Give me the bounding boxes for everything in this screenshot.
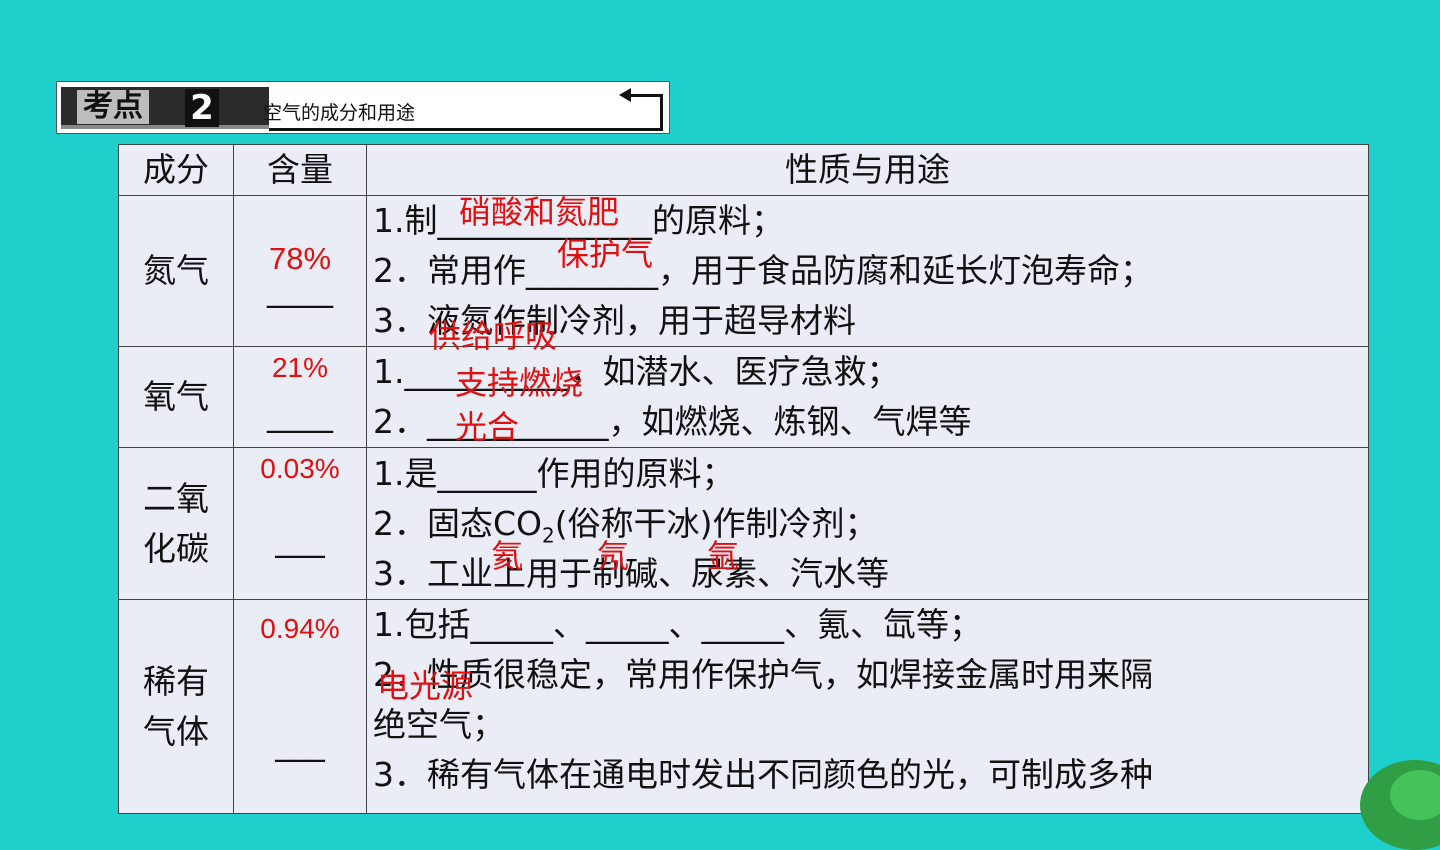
answer-text: 电光源	[377, 667, 474, 705]
answer-text: 支持燃烧	[455, 364, 584, 402]
answer-text: 氖	[597, 537, 630, 575]
table-row: 二氧 化碳 0.03% ___ 1.是______作用的原料； 2．固态CO2(…	[118, 447, 1369, 600]
decorative-tree-icon	[1360, 760, 1440, 850]
section-tag: 考点 2	[61, 87, 269, 129]
answer-text: 保护气	[557, 235, 654, 273]
co2-subscript: 2	[542, 523, 555, 548]
use-line: 1.包括_____、_____、_____、氪、氙等；	[373, 605, 982, 644]
row-uses-rare-gases: 1.包括_____、_____、_____、氪、氙等； 2．性质很稳定，常用作保…	[366, 599, 1369, 814]
use-line: 3．稀有气体在通电时发出不同颜色的光，可制成多种	[373, 755, 1153, 794]
header-amount: 含量	[233, 144, 367, 196]
return-arrow-icon[interactable]	[619, 88, 663, 130]
amount-value: 0.94%	[260, 613, 340, 644]
answer-text: 光合	[455, 408, 520, 446]
row-name-oxygen: 氧气	[118, 346, 234, 448]
section-number: 2	[185, 89, 219, 127]
section-title: 空气的成分和用途	[263, 102, 416, 124]
amount-blank: ___	[275, 723, 325, 762]
row-uses-nitrogen: 1.制_____________的原料； 2．常用作________，用于食品防…	[366, 193, 1369, 354]
row-uses-oxygen: 1.__________，如潜水、医疗急救； 2．___________，如燃烧…	[366, 346, 1369, 448]
answer-text: 硝酸和氮肥	[459, 193, 620, 231]
amount-blank: ____	[267, 269, 333, 308]
amount-value: 21%	[271, 352, 329, 383]
use-line: 1.是______作用的原料；	[373, 453, 735, 493]
name-line: 稀有	[143, 661, 209, 701]
row-amount-rare-gases: 0.94% ___	[233, 599, 367, 814]
header-properties-uses: 性质与用途	[366, 144, 1369, 196]
table-row: 稀有 气体 0.94% ___ 1.包括_____、_____、_____、氪、…	[118, 599, 1369, 814]
amount-blank: ____	[267, 394, 333, 433]
name-line: 气体	[143, 711, 209, 751]
air-composition-table: 成分 含量 性质与用途 氮气 78% ____ 1.制_____________…	[118, 144, 1369, 814]
section-tag-label: 考点	[77, 90, 149, 124]
amount-value: 0.03%	[260, 453, 340, 484]
row-name-rare-gases: 稀有 气体	[118, 599, 234, 814]
row-name-nitrogen: 氮气	[118, 195, 234, 347]
use-line: 绝空气；	[373, 705, 505, 744]
row-amount-co2: 0.03% ___	[233, 447, 367, 600]
answer-text: 氩	[707, 537, 740, 575]
row-uses-co2: 1.是______作用的原料； 2．固态CO2(俗称干冰)作制冷剂； 3．工业上…	[366, 447, 1369, 600]
table-row: 氮气 78% ____ 1.制_____________的原料； 2．常用作__…	[118, 193, 1369, 354]
name-line: 二氧	[143, 478, 209, 518]
use-line: 2．___________，如燃烧、炼钢、气焊等	[373, 402, 972, 441]
name-line: 化碳	[143, 528, 209, 568]
amount-blank: ___	[275, 519, 325, 558]
table-header-row: 成分 含量 性质与用途	[118, 144, 1369, 196]
section-banner: 考点 2 空气的成分和用途	[56, 81, 670, 134]
table-row: 氧气 21% ____ 1.__________，如潜水、医疗急救； 2．___…	[118, 346, 1369, 448]
row-amount-nitrogen: 78% ____	[233, 195, 367, 347]
banner-underline	[269, 128, 663, 131]
use-line: 2．性质很稳定，常用作保护气，如焊接金属时用来隔	[373, 655, 1153, 694]
row-amount-oxygen: 21% ____	[233, 346, 367, 448]
header-component: 成分	[118, 144, 234, 196]
answer-text: 氦	[491, 537, 524, 575]
row-name-co2: 二氧 化碳	[118, 447, 234, 600]
use-line: 2．常用作________，用于食品防腐和延长灯泡寿命；	[373, 251, 1153, 290]
